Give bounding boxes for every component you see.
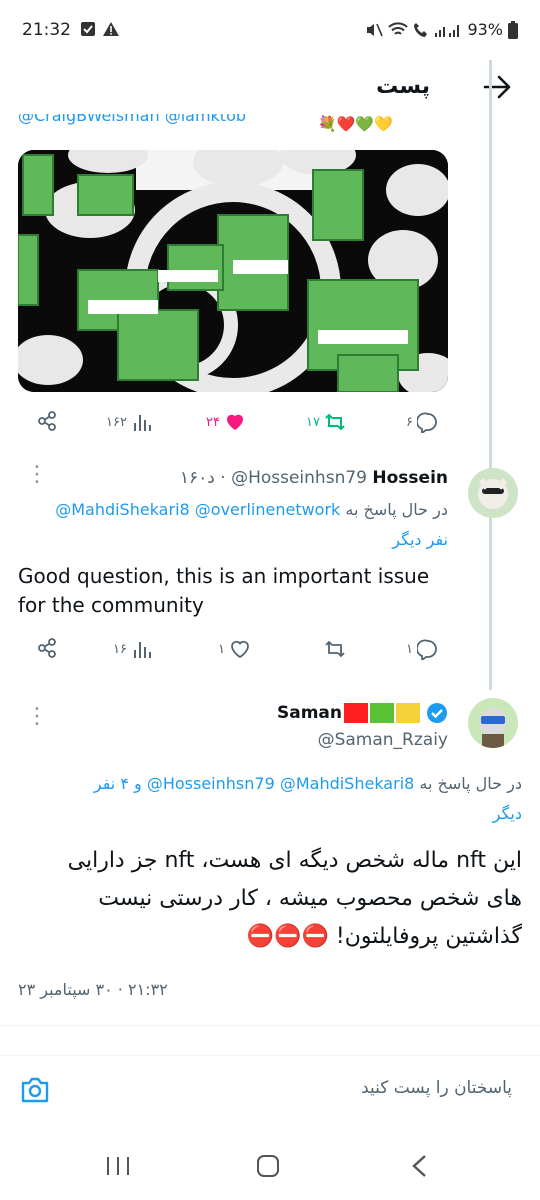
- replying-mentions[interactable]: @Hosseinhsn79 @MahdiShekari8: [147, 774, 414, 793]
- replying-mentions[interactable]: @MahdiShekari8 @overlinenetwork: [55, 500, 340, 519]
- page-title: پست: [376, 74, 430, 99]
- views-count[interactable]: ۱۶: [113, 638, 153, 660]
- avatar-hossein[interactable]: [468, 468, 518, 518]
- main-others[interactable]: دیگر: [493, 804, 522, 823]
- others-link[interactable]: نفر دیگر: [392, 530, 448, 549]
- flag-green-block: [370, 703, 394, 723]
- reply1-others[interactable]: نفر دیگر: [392, 530, 448, 549]
- reply-icon: [416, 412, 437, 433]
- share-icon: [38, 638, 56, 658]
- share-button[interactable]: [36, 637, 58, 659]
- heart-outline-icon: [231, 640, 249, 659]
- home-icon[interactable]: [256, 1154, 280, 1178]
- reply1-header: ۱۶۰د · @Hosseinhsn79 Hossein: [180, 468, 448, 488]
- main-text-line-1: این nft ماله شخص دیگه ای هست، nft جز دار…: [67, 848, 522, 873]
- avatar-saman[interactable]: [468, 698, 518, 748]
- status-right-icons: 93%: [365, 20, 518, 39]
- replies-label: ۱: [406, 641, 413, 657]
- main-replying-to: در حال پاسخ به @Hosseinhsn79 @MahdiSheka…: [94, 774, 522, 793]
- back-arrow-icon[interactable]: [482, 72, 512, 102]
- system-navigation-bar: [0, 1130, 540, 1200]
- call-icon: [414, 22, 428, 37]
- replying-prefix: در حال پاسخ به: [345, 500, 448, 519]
- views-count[interactable]: ۱۶۲: [106, 411, 153, 433]
- reply1-replying-to: در حال پاسخ به @MahdiShekari8 @overlinen…: [55, 500, 448, 519]
- mention-links[interactable]: @CraigBWeisman @iamktob: [18, 114, 246, 125]
- flag-red-block: [344, 703, 368, 723]
- main-tweet-text: این nft ماله شخص دیگه ای هست، nft جز دار…: [22, 842, 522, 956]
- views-icon: [133, 415, 151, 431]
- reply-button[interactable]: ۱: [406, 638, 439, 660]
- recent-apps-icon[interactable]: [105, 1155, 131, 1177]
- like-button[interactable]: ۲۴: [206, 411, 246, 433]
- reply1-text: Good question, this is an important issu…: [18, 564, 430, 617]
- reply1-handle[interactable]: @Hosseinhsn79: [231, 468, 367, 488]
- more-options-icon[interactable]: ⋮: [26, 464, 48, 486]
- verified-badge-icon: [427, 703, 447, 723]
- views-icon: [133, 642, 151, 658]
- separator-dot: ·: [220, 468, 232, 488]
- main-handle[interactable]: @Saman_Rzaiy: [318, 730, 448, 750]
- divider: [0, 1025, 540, 1026]
- status-notification-icons: [80, 21, 120, 37]
- replying-suffix[interactable]: و ۴ نفر: [94, 774, 142, 793]
- replies-label: ۶: [406, 414, 413, 430]
- reply1-name[interactable]: Hossein: [372, 468, 448, 488]
- main-timestamp[interactable]: ۲۱:۳۲ · ۳۰ سپتامبر ۲۳: [18, 980, 168, 999]
- others-link[interactable]: دیگر: [493, 804, 522, 823]
- warning-icon: [103, 22, 119, 36]
- reply-button[interactable]: ۶: [406, 411, 439, 433]
- wifi-icon: [388, 21, 409, 35]
- heart-filled-icon: [226, 414, 243, 430]
- main-name[interactable]: Saman: [277, 703, 342, 723]
- share-button[interactable]: [36, 410, 58, 432]
- likes-label: ۲۴: [206, 414, 220, 430]
- main-text-line-2: های شخص محصوب میشه ، کار درستی نیست: [98, 886, 522, 911]
- status-time: 21:32: [22, 20, 71, 40]
- thread-connector-line: [489, 60, 492, 690]
- retweet-icon: [325, 640, 345, 658]
- top-app-bar: پست: [0, 60, 540, 115]
- views-label: ۱۶۲: [106, 414, 127, 430]
- main-tweet-header: Saman: [277, 702, 448, 724]
- status-bar: 21:32 93%: [0, 0, 540, 60]
- reply-input[interactable]: پاسختان را پست کنید: [361, 1078, 512, 1098]
- battery-percent: 93%: [467, 20, 503, 39]
- views-label: ۱۶: [113, 641, 127, 657]
- main-text-line-3: گذاشتین پروفایلتون! ⛔⛔⛔: [246, 924, 522, 949]
- more-options-icon[interactable]: ⋮: [26, 706, 48, 728]
- retweet-button[interactable]: [324, 638, 346, 660]
- likes-label: ۱: [218, 641, 225, 657]
- back-nav-icon[interactable]: [410, 1154, 430, 1178]
- flag-yellow-block: [396, 703, 420, 723]
- camera-icon[interactable]: [20, 1076, 50, 1104]
- reply1-time: ۱۶۰د: [179, 468, 215, 488]
- like-button[interactable]: ۱: [218, 638, 251, 660]
- mute-icon: [367, 23, 384, 36]
- checkbox-notification-icon: [81, 22, 95, 36]
- reply1-actions: ۱۶ ۱ ۱: [18, 637, 448, 665]
- reply-compose-bar[interactable]: پاسختان را پست کنید: [0, 1055, 540, 1125]
- replying-prefix: در حال پاسخ به: [419, 774, 522, 793]
- battery-icon: [508, 20, 518, 39]
- emoji-hearts: 💐❤️💚💛: [318, 115, 393, 133]
- signal-icon: [435, 24, 460, 37]
- retweet-icon: [325, 413, 345, 431]
- tweet-media-image[interactable]: [18, 150, 448, 392]
- share-icon: [38, 411, 56, 431]
- retweets-label: ۱۷: [306, 414, 320, 430]
- reply-icon: [416, 639, 437, 660]
- retweet-button[interactable]: ۱۷: [306, 411, 346, 433]
- nft-artwork-image: [18, 150, 448, 392]
- top-tweet-actions: ۱۶۲ ۲۴ ۱۷ ۶: [18, 410, 448, 438]
